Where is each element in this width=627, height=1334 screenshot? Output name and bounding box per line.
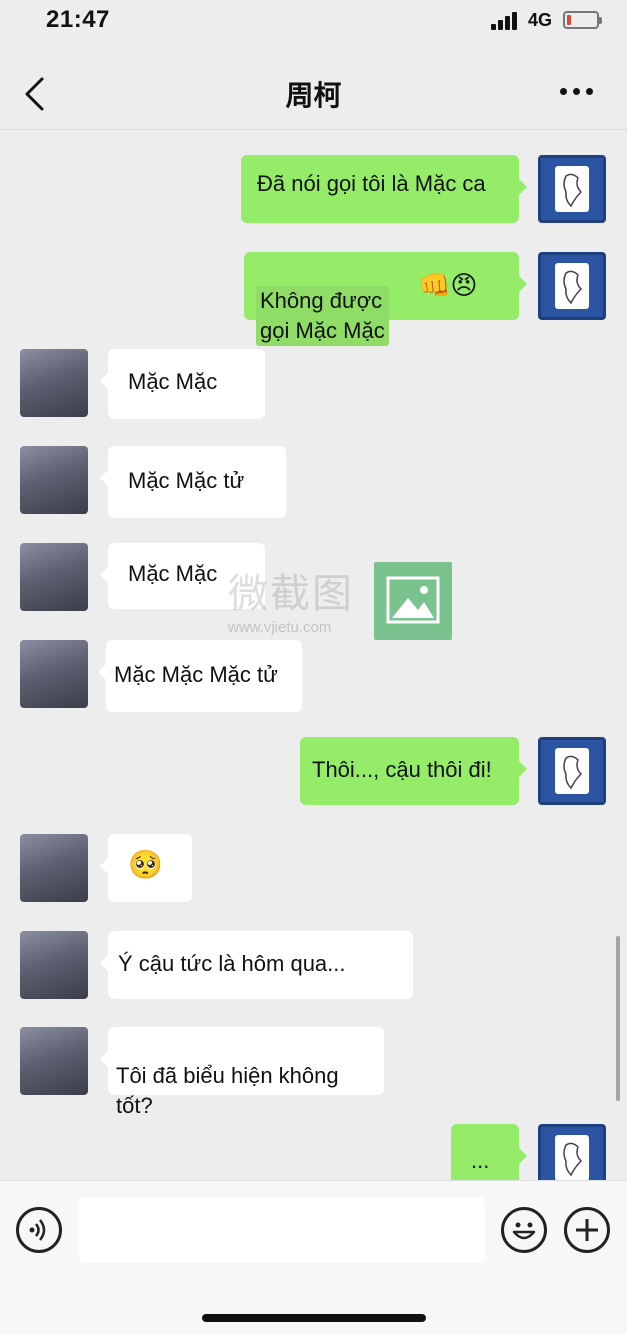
voice-icon[interactable] <box>16 1207 62 1253</box>
message-bubble-sent[interactable]: ... <box>451 1124 527 1180</box>
status-time: 21:47 <box>46 6 110 33</box>
message-bubble-received[interactable]: Mặc Mặc <box>100 349 265 419</box>
plus-icon[interactable] <box>564 1207 610 1253</box>
message-text: Ý cậu tức là hôm qua... <box>118 951 346 976</box>
contact-avatar[interactable] <box>20 446 88 514</box>
message-bubble-received[interactable]: Mặc Mặc tử <box>100 446 286 518</box>
message-bubble-received[interactable]: 🥺 <box>100 834 192 902</box>
chat-title: 周柯 <box>285 80 342 111</box>
scrollbar[interactable] <box>616 936 620 1101</box>
home-indicator[interactable] <box>202 1314 426 1322</box>
my-avatar[interactable] <box>538 737 606 805</box>
contact-avatar[interactable] <box>20 1027 88 1095</box>
message-bubble-sent[interactable]: Không được gọi Mặc Mặc 👊😠 <box>244 252 527 346</box>
message-text: Tôi đã biểu hiện không tốt? <box>116 1063 339 1118</box>
watermark-text: 微截图 <box>228 572 354 616</box>
message-text: Mặc Mặc tử <box>128 468 245 493</box>
more-dots-icon[interactable] <box>560 86 594 98</box>
message-input[interactable] <box>79 1197 485 1263</box>
watermark-url: www.vjietu.com <box>228 619 332 636</box>
message-text: ... <box>471 1148 490 1173</box>
input-bar <box>0 1180 627 1334</box>
my-avatar[interactable] <box>538 252 606 320</box>
message-bubble-received[interactable]: Ý cậu tức là hôm qua... <box>100 931 413 999</box>
emoji-fist-angry: 👊😠 <box>418 270 478 300</box>
message-text: Mặc Mặc Mặc tử <box>114 662 278 687</box>
my-avatar[interactable] <box>538 155 606 223</box>
signal-icon <box>491 12 519 30</box>
emoji-icon[interactable] <box>501 1207 547 1253</box>
message-text: Mặc Mặc <box>128 369 218 394</box>
chat-header: 周柯 <box>0 40 627 130</box>
image-icon <box>374 562 452 640</box>
message-text: Mặc Mặc <box>128 561 218 586</box>
contact-avatar[interactable] <box>20 640 88 708</box>
my-avatar[interactable] <box>538 1124 606 1180</box>
status-bar: 21:47 4G <box>0 0 627 40</box>
pleading-face-emoji: 🥺 <box>128 849 163 880</box>
network-label: 4G <box>528 10 553 30</box>
contact-avatar[interactable] <box>20 543 88 611</box>
contact-avatar[interactable] <box>20 349 88 417</box>
message-text: Thôi..., cậu thôi đi! <box>312 757 492 782</box>
contact-avatar[interactable] <box>20 931 88 999</box>
message-bubble-sent[interactable]: Đã nói gọi tôi là Mặc ca <box>241 155 527 223</box>
chat-message-list[interactable]: Đã nói gọi tôi là Mặc ca Không được gọi … <box>0 131 627 1180</box>
contact-avatar[interactable] <box>20 834 88 902</box>
message-text: Không được gọi Mặc Mặc <box>256 286 389 346</box>
message-text: Đã nói gọi tôi là Mặc ca <box>257 171 486 196</box>
message-bubble-sent[interactable]: Thôi..., cậu thôi đi! <box>300 737 527 805</box>
message-bubble-received[interactable]: Tôi đã biểu hiện không tốt? <box>100 1027 384 1118</box>
battery-icon <box>563 11 602 29</box>
message-bubble-received[interactable]: Mặc Mặc Mặc tử <box>98 640 302 712</box>
